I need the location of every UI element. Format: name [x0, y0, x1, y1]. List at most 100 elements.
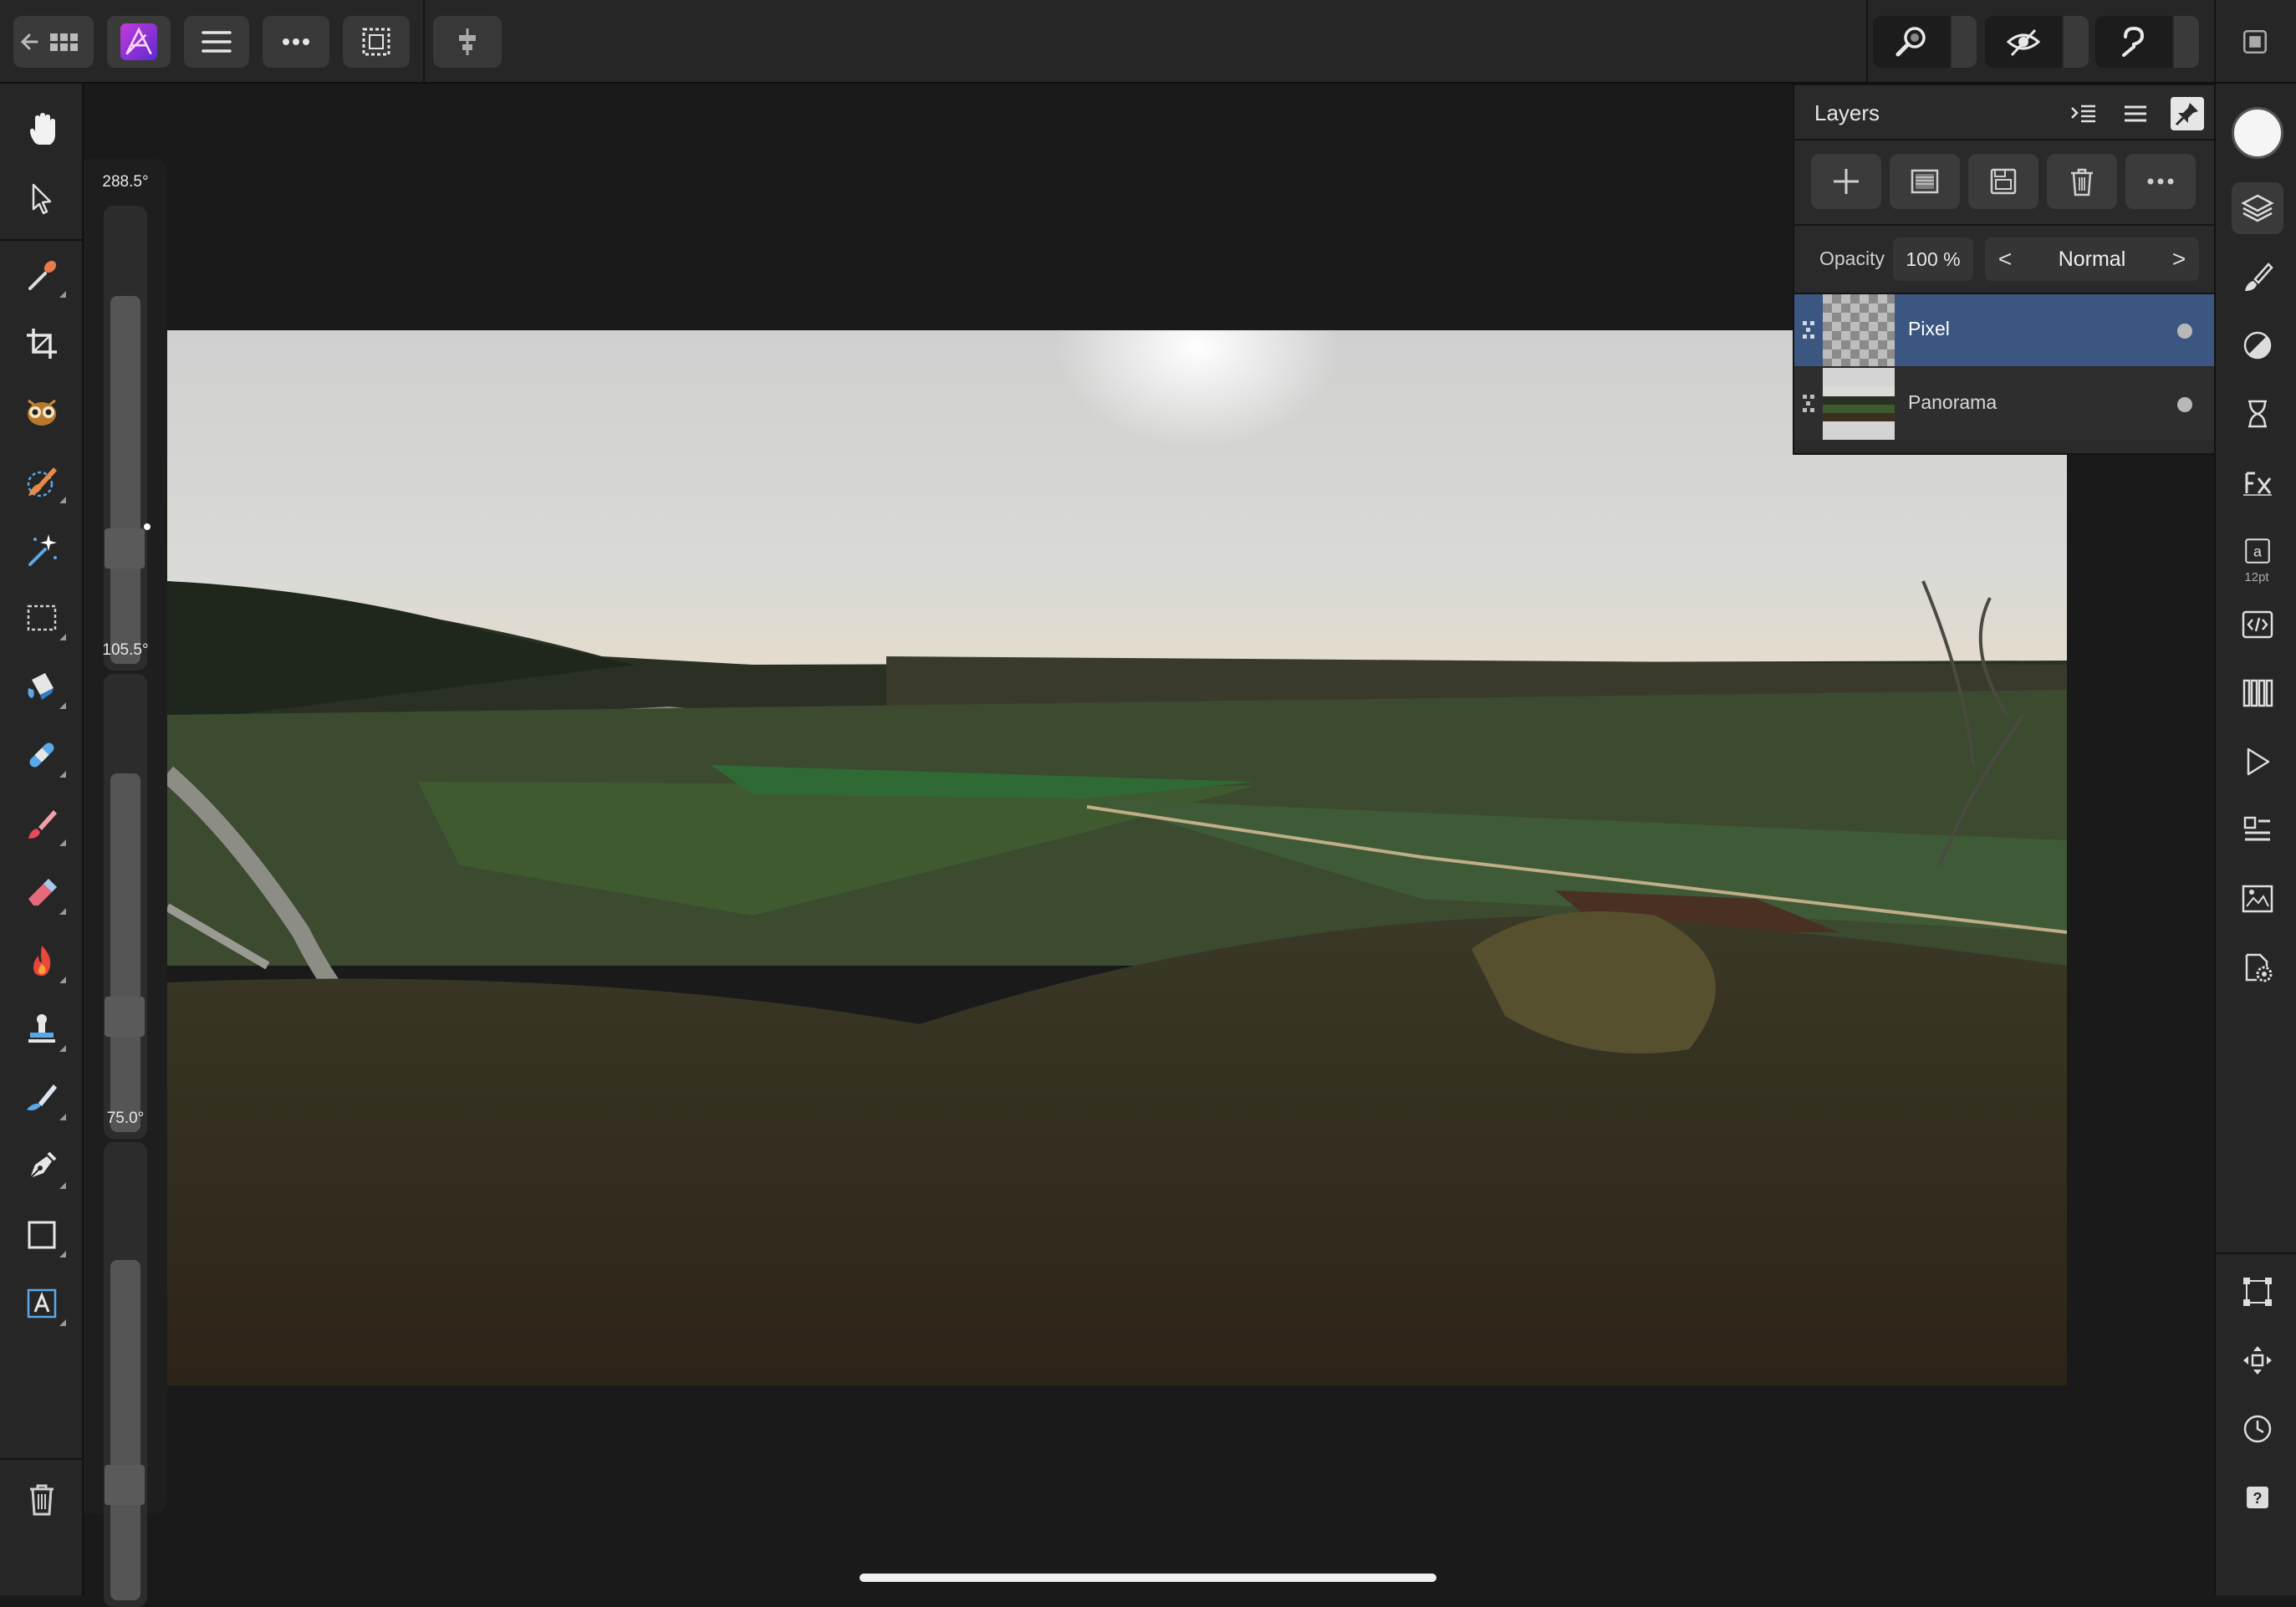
add-mask-button[interactable]	[1890, 154, 1960, 209]
tool-flood-fill[interactable]	[16, 661, 68, 712]
zoom-button[interactable]	[1873, 16, 1977, 68]
hide-ui-options[interactable]	[2064, 16, 2089, 68]
selection-marquee-icon	[362, 28, 390, 56]
move-button[interactable]	[2232, 1334, 2283, 1386]
tool-text-frame[interactable]	[16, 1278, 68, 1329]
opacity-blend-row: Opacity 100 % Normal < >	[1794, 226, 2216, 294]
blend-prev-button[interactable]: <	[1988, 237, 2022, 281]
group-layers-button[interactable]	[1968, 154, 2038, 209]
zoom-options[interactable]	[1952, 16, 1977, 68]
studio-text-styles[interactable]: a	[2232, 525, 2283, 577]
delete-button[interactable]	[16, 1473, 68, 1525]
panorama-photo	[167, 330, 2067, 1385]
layer-row-pixel[interactable]: Pixel	[1794, 294, 2216, 366]
tool-smudge[interactable]	[16, 1072, 68, 1124]
studio-macro[interactable]	[2232, 736, 2283, 788]
plus-icon	[1834, 169, 1859, 194]
panel-collapse-button[interactable]	[2067, 97, 2100, 130]
burn-icon	[33, 946, 51, 976]
add-layer-button[interactable]	[1811, 154, 1881, 209]
menu-button[interactable]	[184, 16, 249, 68]
hide-ui-button-main[interactable]	[1985, 16, 2062, 68]
studio-history[interactable]	[2232, 388, 2283, 440]
studio-channels[interactable]	[2232, 667, 2283, 719]
drag-handle-icon[interactable]	[1801, 393, 1816, 415]
visibility-toggle[interactable]	[2177, 397, 2192, 412]
studio-adjustments[interactable]	[2232, 319, 2283, 371]
tool-color-picker[interactable]	[16, 249, 68, 301]
panorama-thumbnail-image	[1823, 368, 1895, 440]
align-button[interactable]	[433, 16, 502, 68]
tool-marquee[interactable]	[16, 592, 68, 644]
tool-clone-stamp[interactable]	[16, 1003, 68, 1055]
studio-brushes[interactable]	[2232, 251, 2283, 303]
marquee-icon	[27, 605, 57, 631]
delete-layer-button[interactable]	[2047, 154, 2117, 209]
tool-selection-brush[interactable]	[16, 455, 68, 507]
document-canvas[interactable]	[167, 330, 2067, 1385]
app-persona-button[interactable]	[107, 16, 171, 68]
slider-1-label: 288.5°	[102, 173, 149, 191]
slider-3[interactable]	[104, 1142, 147, 1607]
slider-3-swatch[interactable]	[105, 1465, 145, 1505]
history-icon	[2248, 400, 2267, 428]
window-button[interactable]	[2229, 16, 2281, 68]
help-icon: ?	[2247, 1487, 2268, 1508]
studio-code[interactable]	[2232, 599, 2283, 650]
zoom-button-main[interactable]	[1873, 16, 1950, 68]
slider-2-swatch[interactable]	[105, 997, 145, 1037]
selection-button[interactable]	[343, 16, 410, 68]
assistant-icon	[2122, 26, 2145, 57]
tool-burn[interactable]	[16, 935, 68, 987]
tool-view[interactable]	[16, 104, 68, 156]
slider-2[interactable]	[104, 674, 147, 1139]
layer-row-panorama[interactable]: Panorama	[1794, 368, 2216, 440]
tool-eraser[interactable]	[16, 866, 68, 918]
history-clock-button[interactable]	[2232, 1403, 2283, 1455]
text-styles-glyph: a	[2253, 543, 2262, 559]
opacity-field[interactable]: 100 %	[1893, 237, 1973, 281]
drag-handle-icon[interactable]	[1801, 319, 1816, 341]
primary-color-swatch[interactable]	[2232, 107, 2283, 159]
tool-red-eye[interactable]	[16, 386, 68, 438]
pin-icon	[2175, 103, 2198, 126]
tool-crop[interactable]	[16, 318, 68, 370]
transform-button[interactable]	[2232, 1266, 2283, 1318]
adjustments-icon	[2243, 331, 2272, 360]
assistant-button[interactable]	[2095, 16, 2199, 68]
studio-navigator[interactable]	[2232, 873, 2283, 925]
visibility-toggle[interactable]	[2177, 324, 2192, 339]
code-icon	[2242, 610, 2273, 639]
assistant-options[interactable]	[2174, 16, 2199, 68]
clone-stamp-icon	[28, 1014, 55, 1043]
layer-name: Panorama	[1908, 391, 1998, 413]
assistant-button-main[interactable]	[2095, 16, 2172, 68]
pin-panel-button[interactable]	[2171, 97, 2204, 130]
tool-magic-wand[interactable]	[16, 523, 68, 575]
top-toolbar	[0, 0, 2296, 84]
panel-menu-button[interactable]	[2119, 97, 2152, 130]
studio-swatches[interactable]	[2232, 804, 2283, 856]
more-button[interactable]	[263, 16, 329, 68]
tool-rectangle[interactable]	[16, 1209, 68, 1261]
slider-1-swatch[interactable]	[105, 528, 145, 569]
hide-ui-button[interactable]	[1985, 16, 2089, 68]
tool-move[interactable]	[16, 172, 68, 224]
tool-healing[interactable]	[16, 729, 68, 781]
back-to-gallery-button[interactable]	[13, 16, 94, 68]
home-indicator[interactable]	[860, 1574, 1436, 1582]
help-button[interactable]: ?	[2232, 1472, 2283, 1523]
blend-next-button[interactable]: >	[2162, 237, 2196, 281]
tool-pen[interactable]	[16, 1140, 68, 1192]
back-grid-icon	[20, 33, 78, 51]
layer-more-button[interactable]	[2125, 154, 2196, 209]
collapse-list-icon	[2071, 105, 2095, 123]
studio-fx[interactable]	[2232, 457, 2283, 508]
studio-settings[interactable]	[2232, 941, 2283, 993]
studio-layers[interactable]	[2232, 182, 2283, 234]
blend-mode-selector[interactable]: Normal < >	[1985, 237, 2199, 281]
slider-1[interactable]	[104, 206, 147, 671]
tool-paint-brush[interactable]	[16, 798, 68, 849]
zoom-icon	[1895, 27, 1926, 57]
hide-ui-icon	[2006, 28, 2041, 57]
